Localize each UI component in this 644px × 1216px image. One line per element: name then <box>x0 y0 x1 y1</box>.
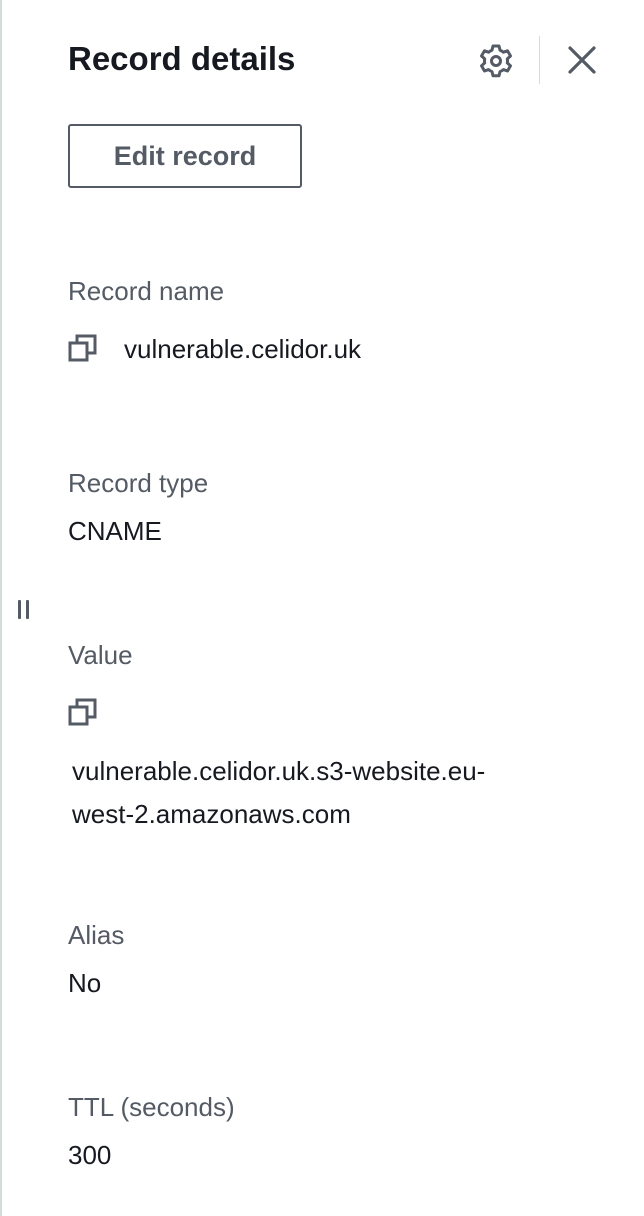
alias-value: No <box>68 968 102 998</box>
copy-icon <box>68 334 97 362</box>
record-type-value: CNAME <box>68 516 162 546</box>
record-type-label: Record type <box>68 468 209 498</box>
record-name-label: Record name <box>68 276 225 306</box>
value-label: Value <box>68 640 133 670</box>
gear-icon <box>480 44 512 78</box>
record-name-value: vulnerable.celidor.uk <box>124 334 362 364</box>
panel-title: Record details <box>68 40 296 77</box>
ttl-label: TTL (seconds) <box>68 1092 235 1122</box>
value-text-line-1: vulnerable.celidor.uk.s3-website.eu- <box>72 756 486 786</box>
record-details-panel: Record details Edit record Record name v… <box>0 0 644 1216</box>
header-divider <box>539 36 540 84</box>
settings-button[interactable] <box>476 41 516 81</box>
close-icon <box>568 46 596 74</box>
close-button[interactable] <box>562 40 602 80</box>
resize-handle-icon[interactable] <box>16 598 32 622</box>
copy-value-button[interactable] <box>68 697 98 727</box>
alias-label: Alias <box>68 920 125 950</box>
copy-record-name-button[interactable] <box>68 333 98 363</box>
ttl-value: 300 <box>68 1140 112 1170</box>
value-text-line-2: west-2.amazonaws.com <box>72 799 351 829</box>
copy-icon <box>68 698 97 726</box>
value-text: vulnerable.celidor.uk.s3-website.eu- wes… <box>72 750 542 836</box>
edit-record-button[interactable]: Edit record <box>68 124 302 188</box>
